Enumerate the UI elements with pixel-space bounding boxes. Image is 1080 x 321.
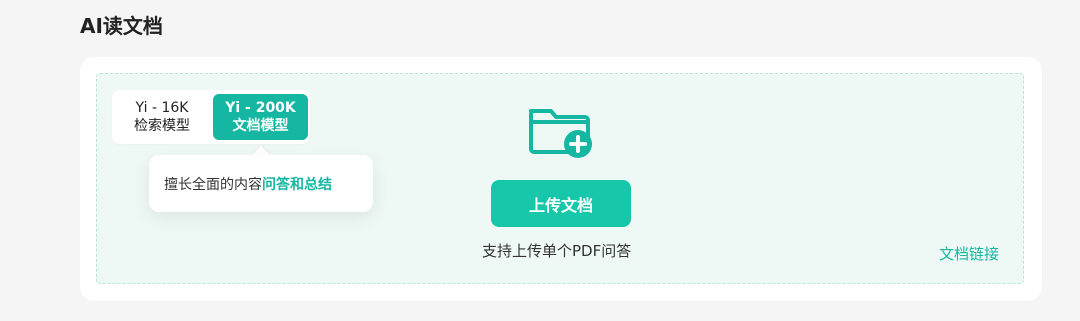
section-title: AI读文档 xyxy=(80,14,163,38)
model-option-yi-200k[interactable]: Yi - 200K 文档模型 xyxy=(213,94,308,140)
model-switch: Yi - 16K 检索模型 Yi - 200K 文档模型 xyxy=(112,90,310,144)
tooltip-arrow xyxy=(252,146,270,155)
document-link[interactable]: 文档链接 xyxy=(939,243,999,264)
tooltip-text: 擅长全面的内容 xyxy=(164,176,262,193)
model-option-yi-16k[interactable]: Yi - 16K 检索模型 xyxy=(112,94,212,140)
folder-plus-icon xyxy=(529,109,592,158)
upload-document-button[interactable]: 上传文档 xyxy=(491,180,631,227)
model-option-yi-16k-line2: 检索模型 xyxy=(134,118,190,134)
ai-doc-page: AI读文档 Yi - 16K 检索模型 Yi - 200K 文档模型 擅长全面的… xyxy=(0,0,1080,321)
model-tooltip: 擅长全面的内容 问答和总结 xyxy=(149,155,373,212)
model-option-yi-200k-line1: Yi - 200K xyxy=(225,100,296,116)
tooltip-highlight: 问答和总结 xyxy=(262,176,332,193)
model-option-yi-200k-line2: 文档模型 xyxy=(232,118,289,134)
upload-hint: 支持上传单个PDF问答 xyxy=(482,242,632,260)
model-option-yi-16k-line1: Yi - 16K xyxy=(135,100,189,116)
